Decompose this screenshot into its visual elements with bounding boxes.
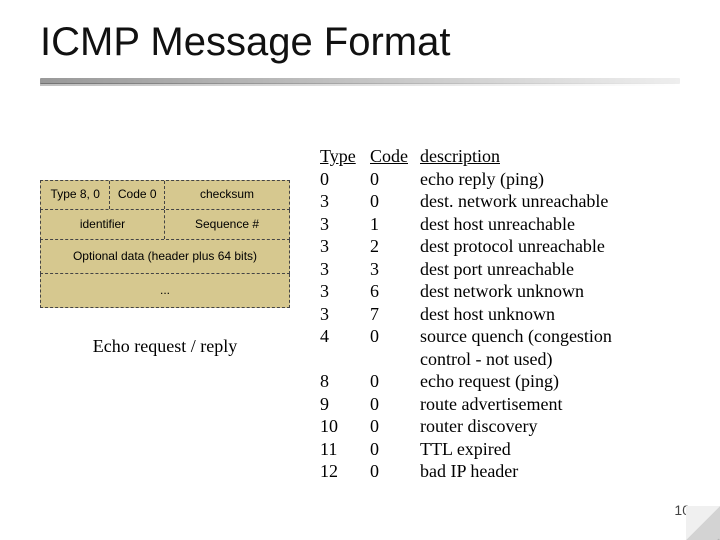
diagram-caption: Echo request / reply xyxy=(40,336,290,357)
cell-code: 2 xyxy=(370,235,420,258)
page-curl-icon xyxy=(686,506,720,540)
cell-type: 3 xyxy=(320,280,370,303)
cell-code: 1 xyxy=(370,213,420,236)
table-row: 36dest network unknown xyxy=(320,280,710,303)
cell-type: 9 xyxy=(320,393,370,416)
cell-code xyxy=(370,348,420,371)
cell-type: 3 xyxy=(320,303,370,326)
cell-type: 3 xyxy=(320,235,370,258)
table-row: 32dest protocol unreachable xyxy=(320,235,710,258)
table-row: 90route advertisement xyxy=(320,393,710,416)
cell-code: 0 xyxy=(370,190,420,213)
icmp-table: Type Code description 00echo reply (ping… xyxy=(320,145,710,483)
cell-description: route advertisement xyxy=(420,393,710,416)
packet-diagram: Type 8, 0 Code 0 checksum identifier Seq… xyxy=(40,180,290,357)
cell-description: bad IP header xyxy=(420,460,710,483)
cell-type: 12 xyxy=(320,460,370,483)
table-row: 33dest port unreachable xyxy=(320,258,710,281)
cell-code: 0 xyxy=(370,415,420,438)
table-row: 120bad IP header xyxy=(320,460,710,483)
field-checksum: checksum xyxy=(165,181,289,209)
table-header-row: Type Code description xyxy=(320,145,710,168)
cell-type: 3 xyxy=(320,190,370,213)
table-row: 31dest host unreachable xyxy=(320,213,710,236)
cell-code: 0 xyxy=(370,393,420,416)
cell-code: 7 xyxy=(370,303,420,326)
cell-description: dest port unreachable xyxy=(420,258,710,281)
cell-code: 0 xyxy=(370,370,420,393)
cell-description: dest protocol unreachable xyxy=(420,235,710,258)
table-row: 37dest host unknown xyxy=(320,303,710,326)
field-code: Code 0 xyxy=(110,181,165,209)
cell-code: 0 xyxy=(370,168,420,191)
cell-description: dest host unknown xyxy=(420,303,710,326)
cell-description: source quench (congestion xyxy=(420,325,710,348)
table-row: 100router discovery xyxy=(320,415,710,438)
slide-title: ICMP Message Format xyxy=(40,20,451,65)
cell-description: dest host unreachable xyxy=(420,213,710,236)
table-row: 40source quench (congestion xyxy=(320,325,710,348)
cell-type: 0 xyxy=(320,168,370,191)
field-optional-data: Optional data (header plus 64 bits) xyxy=(41,240,289,273)
cell-description: TTL expired xyxy=(420,438,710,461)
cell-code: 0 xyxy=(370,438,420,461)
table-row: 30dest. network unreachable xyxy=(320,190,710,213)
cell-type: 3 xyxy=(320,213,370,236)
table-row: 00echo reply (ping) xyxy=(320,168,710,191)
diagram-row-1: Type 8, 0 Code 0 checksum xyxy=(40,180,290,210)
cell-description: dest. network unreachable xyxy=(420,190,710,213)
cell-description: echo request (ping) xyxy=(420,370,710,393)
cell-type: 8 xyxy=(320,370,370,393)
table-row: control - not used) xyxy=(320,348,710,371)
cell-code: 6 xyxy=(370,280,420,303)
header-code: Code xyxy=(370,145,420,168)
cell-code: 3 xyxy=(370,258,420,281)
table-row: 110TTL expired xyxy=(320,438,710,461)
cell-type: 11 xyxy=(320,438,370,461)
diagram-row-2: identifier Sequence # xyxy=(40,210,290,240)
diagram-row-3: Optional data (header plus 64 bits) xyxy=(40,240,290,274)
header-type: Type xyxy=(320,145,370,168)
table-row: 80echo request (ping) xyxy=(320,370,710,393)
header-description: description xyxy=(420,145,710,168)
cell-type xyxy=(320,348,370,371)
cell-code: 0 xyxy=(370,325,420,348)
cell-description: control - not used) xyxy=(420,348,710,371)
cell-type: 4 xyxy=(320,325,370,348)
field-identifier: identifier xyxy=(41,210,165,239)
diagram-row-4: ... xyxy=(40,274,290,308)
cell-type: 10 xyxy=(320,415,370,438)
cell-code: 0 xyxy=(370,460,420,483)
cell-description: echo reply (ping) xyxy=(420,168,710,191)
field-type: Type 8, 0 xyxy=(41,181,110,209)
title-underline xyxy=(40,78,680,84)
field-ellipsis: ... xyxy=(41,274,289,307)
cell-description: dest network unknown xyxy=(420,280,710,303)
cell-type: 3 xyxy=(320,258,370,281)
cell-description: router discovery xyxy=(420,415,710,438)
field-sequence: Sequence # xyxy=(165,210,289,239)
